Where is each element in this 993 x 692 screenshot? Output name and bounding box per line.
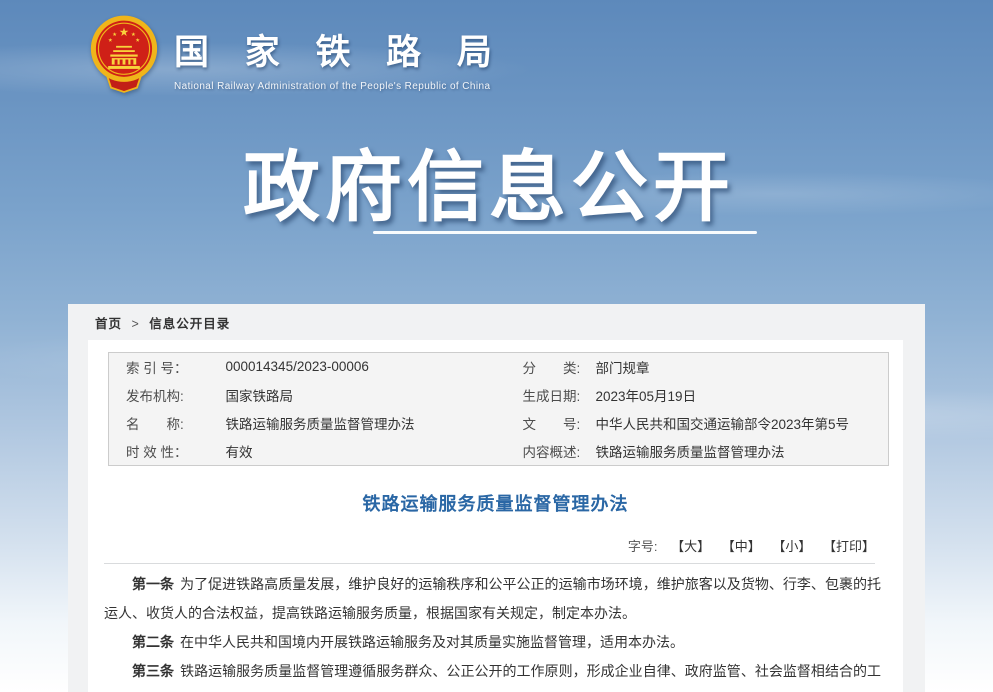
page-background: 国 家 铁 路 局 National Railway Administratio… [0,0,993,692]
meta-label-category: 分 类: [506,353,596,381]
site-titles: 国 家 铁 路 局 National Railway Administratio… [174,14,505,92]
meta-row: 索 引 号： 000014345/2023-00006 分 类: 部门规章 [109,353,889,381]
article-panel: 索 引 号： 000014345/2023-00006 分 类: 部门规章 发布… [88,340,903,692]
meta-value-doc-number: 中华人民共和国交通运输部令2023年第5号 [596,409,889,437]
article-text-1: 为了促进铁路高质量发展，维护良好的运输秩序和公平公正的运输市场环境，维护旅客以及… [104,576,881,621]
article-title: 铁路运输服务质量监督管理办法 [88,490,903,516]
article-text-3: 铁路运输服务质量监督管理遵循服务群众、公正公开的工作原则，形成企业自律、政府监管… [104,663,881,692]
print-button[interactable]: 【打印】 [823,539,875,554]
breadcrumb: 首页 > 信息公开目录 [95,313,230,332]
article-number-1: 第一条 [132,576,174,592]
article-number-2: 第二条 [132,634,174,650]
meta-value-summary: 铁路运输服务质量监督管理办法 [596,437,889,465]
font-size-small-button[interactable]: 【小】 [772,539,811,554]
meta-value-category: 部门规章 [596,353,889,381]
meta-value-index-number: 000014345/2023-00006 [226,353,506,381]
breadcrumb-home-link[interactable]: 首页 [95,317,122,331]
font-size-medium-button[interactable]: 【中】 [722,539,761,554]
font-size-label: 字号: [628,539,658,554]
meta-label-issue-date: 生成日期: [506,381,596,409]
meta-value-title: 铁路运输服务质量监督管理办法 [226,409,506,437]
meta-label-issuing-agency: 发布机构: [109,381,226,409]
banner-underline [373,231,757,234]
font-size-controls: 字号: 【大】 【中】 【小】 【打印】 [628,536,875,555]
meta-row: 发布机构: 国家铁路局 生成日期: 2023年05月19日 [109,381,889,409]
page-banner-title: 政府信息公开 [243,126,735,237]
breadcrumb-separator: > [132,317,140,331]
article-number-3: 第三条 [132,663,174,679]
article-paragraph-2: 第二条在中华人民共和国境内开展铁路运输服务及对其质量实施监督管理，适用本办法。 [104,628,881,657]
article-body: 第一条为了促进铁路高质量发展，维护良好的运输秩序和公平公正的运输市场环境，维护旅… [104,570,881,692]
breadcrumb-current-link[interactable]: 信息公开目录 [149,317,230,331]
meta-value-issue-date: 2023年05月19日 [596,381,889,409]
china-national-emblem-icon [88,14,160,95]
content-divider [104,563,875,564]
article-paragraph-3: 第三条铁路运输服务质量监督管理遵循服务群众、公正公开的工作原则，形成企业自律、政… [104,657,881,692]
font-size-large-button[interactable]: 【大】 [671,539,710,554]
meta-row: 名 称: 铁路运输服务质量监督管理办法 文 号: 中华人民共和国交通运输部令20… [109,409,889,437]
document-meta-table: 索 引 号： 000014345/2023-00006 分 类: 部门规章 发布… [108,352,889,466]
site-name: 国 家 铁 路 局 [174,24,505,75]
meta-label-summary: 内容概述: [506,437,596,465]
site-header-logo[interactable]: 国 家 铁 路 局 National Railway Administratio… [88,14,505,95]
meta-value-validity: 有效 [226,437,506,465]
meta-label-validity: 时 效 性： [109,437,226,465]
article-paragraph-1: 第一条为了促进铁路高质量发展，维护良好的运输秩序和公平公正的运输市场环境，维护旅… [104,570,881,628]
site-name-english: National Railway Administration of the P… [174,81,505,92]
meta-value-issuing-agency: 国家铁路局 [226,381,506,409]
meta-row: 时 效 性： 有效 内容概述: 铁路运输服务质量监督管理办法 [109,437,889,465]
meta-label-index-number: 索 引 号： [109,353,226,381]
content-card: 首页 > 信息公开目录 索 引 号： 000014345/2023-00006 … [68,304,925,692]
meta-label-title: 名 称: [109,409,226,437]
meta-label-doc-number: 文 号: [506,409,596,437]
article-text-2: 在中华人民共和国境内开展铁路运输服务及对其质量实施监督管理，适用本办法。 [180,634,684,650]
